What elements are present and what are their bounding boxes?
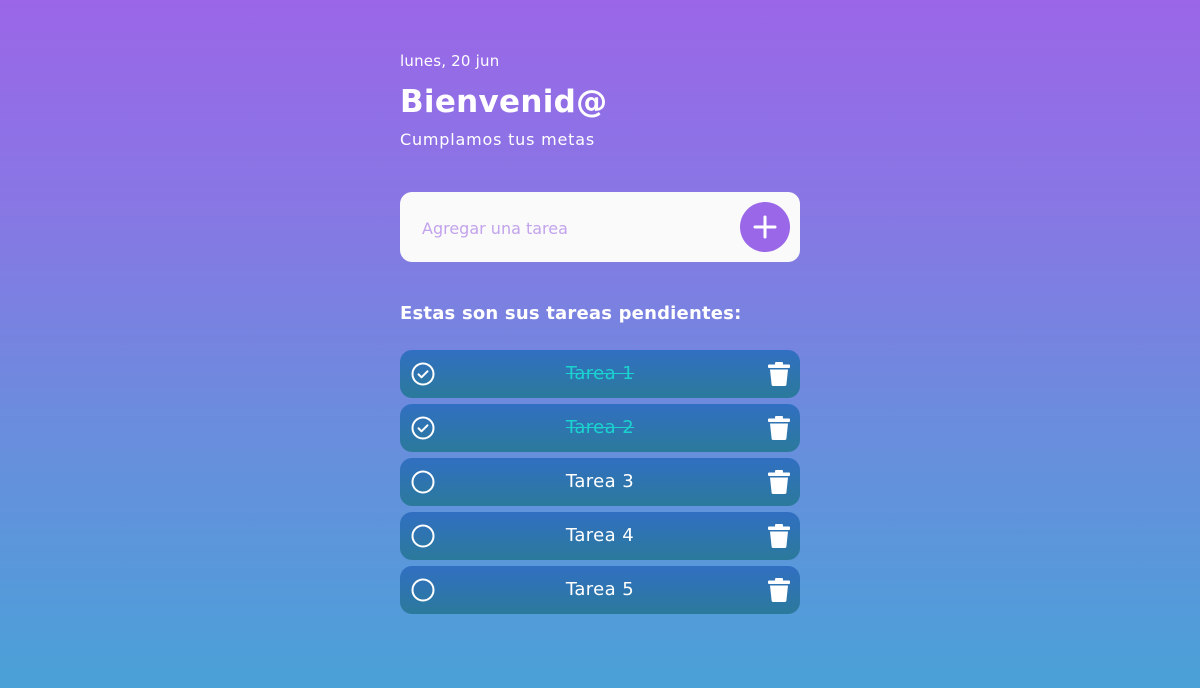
trash-icon[interactable] xyxy=(768,578,790,602)
task-list: Tarea 1 Tarea 2 Tarea 3 Tarea 4 Tarea 5 xyxy=(400,350,800,620)
trash-icon[interactable] xyxy=(768,470,790,494)
task-item: Tarea 4 xyxy=(400,512,800,560)
page-title: Bienvenid@ xyxy=(400,84,608,120)
trash-icon[interactable] xyxy=(768,416,790,440)
task-label: Tarea 4 xyxy=(565,525,635,546)
add-task-button[interactable] xyxy=(740,202,790,252)
task-label: Tarea 2 xyxy=(565,417,635,438)
page-subtitle: Cumplamos tus metas xyxy=(400,130,595,149)
task-item: Tarea 3 xyxy=(400,458,800,506)
task-item: Tarea 5 xyxy=(400,566,800,614)
add-task-form xyxy=(400,192,800,262)
task-item: Tarea 1 xyxy=(400,350,800,398)
task-label: Tarea 5 xyxy=(565,579,635,600)
plus-icon xyxy=(753,215,777,239)
task-label: Tarea 3 xyxy=(565,471,635,492)
task-label: Tarea 1 xyxy=(565,363,635,384)
task-item: Tarea 2 xyxy=(400,404,800,452)
trash-icon[interactable] xyxy=(768,524,790,548)
trash-icon[interactable] xyxy=(768,362,790,386)
pending-tasks-heading: Estas son sus tareas pendientes: xyxy=(400,303,742,324)
add-task-input[interactable] xyxy=(420,212,724,244)
date-label: lunes, 20 jun xyxy=(400,52,500,70)
